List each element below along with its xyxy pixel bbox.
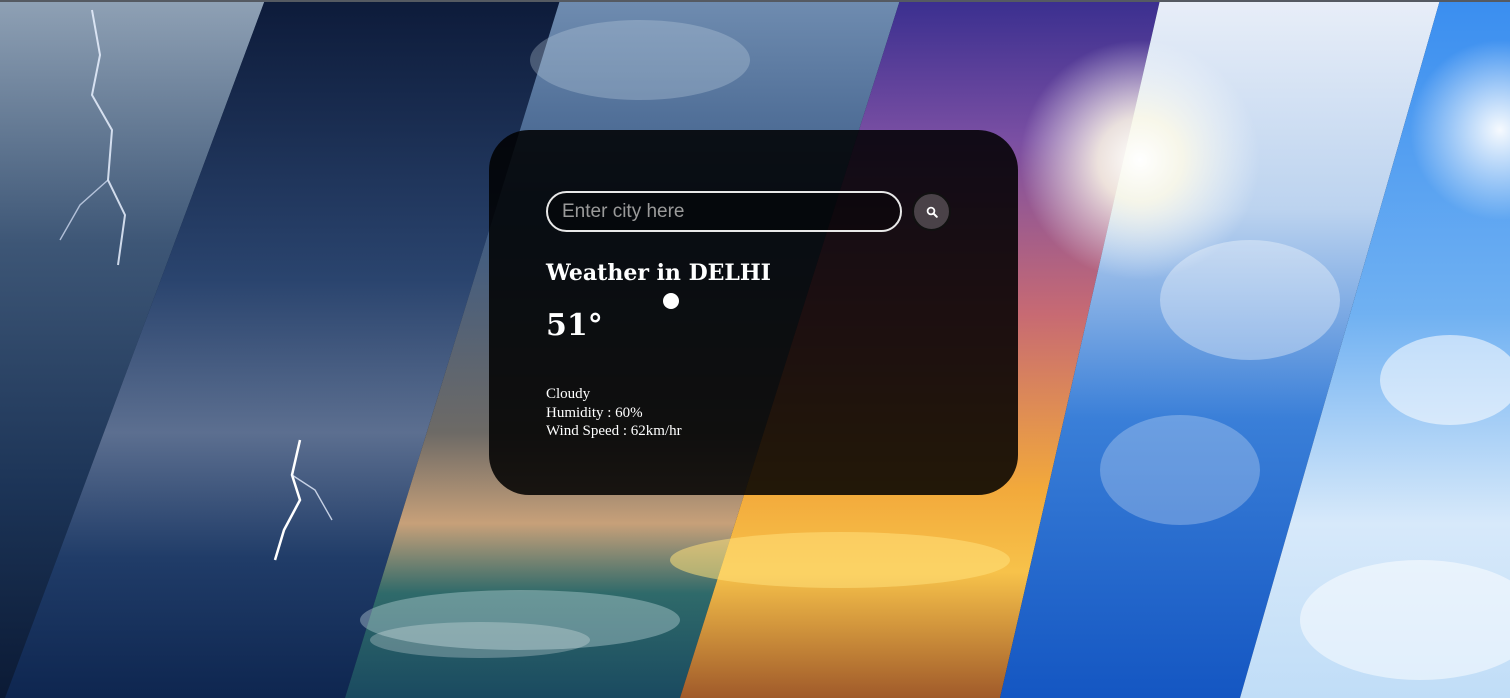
- wind-speed-value: Wind Speed : 62km/hr: [546, 423, 682, 439]
- humidity-value: Humidity : 60%: [546, 404, 643, 421]
- search-button[interactable]: [912, 192, 951, 231]
- weather-location-title: Weather in DELHI: [546, 260, 771, 286]
- search-bar: [546, 191, 951, 232]
- weather-condition-icon: [663, 293, 679, 309]
- search-icon: [926, 206, 938, 218]
- weather-card: Weather in DELHI 51° Cloudy Humidity : 6…: [489, 130, 1018, 495]
- temperature-value: 51°: [546, 308, 603, 343]
- city-search-input[interactable]: [546, 191, 902, 232]
- window-top-border: [0, 0, 1510, 2]
- weather-description: Cloudy: [546, 386, 591, 402]
- weather-details: Cloudy Humidity : 60% Wind Speed : 62km/…: [546, 385, 682, 441]
